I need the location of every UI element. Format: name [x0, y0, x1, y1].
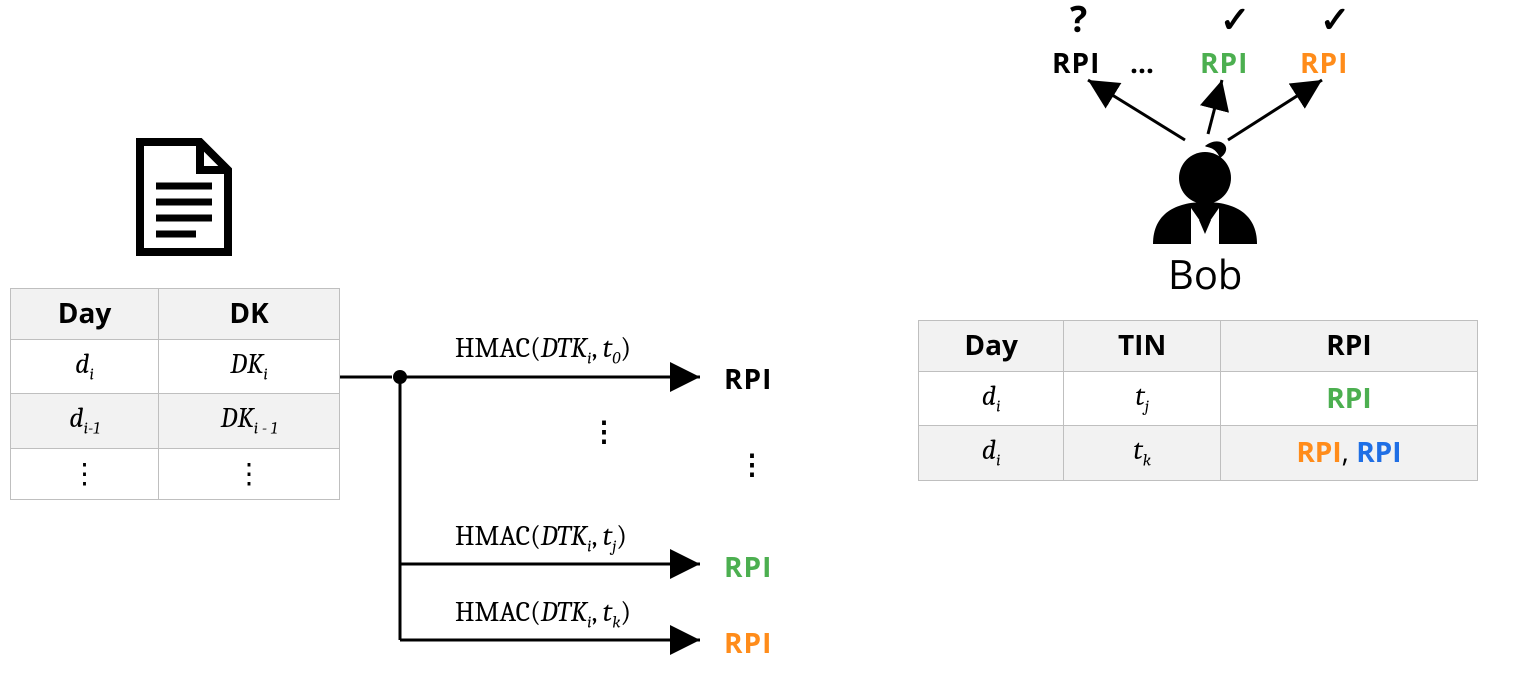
- dk-table-head-day: Day: [11, 289, 159, 340]
- cell-day: ⋮: [11, 449, 159, 500]
- rpi-result-green: RPI: [724, 548, 772, 586]
- cell-day: di-1: [11, 394, 159, 449]
- cell-day: di: [11, 339, 159, 394]
- cell-rpi: RPI, RPI: [1220, 426, 1477, 481]
- rpi-table-head-day: Day: [919, 321, 1064, 372]
- bob-rpi-dots: …: [1130, 44, 1154, 82]
- cell-tin: tk: [1064, 426, 1221, 481]
- document-icon: [140, 142, 228, 252]
- table-row: di DKi: [11, 339, 340, 394]
- rpi-table-head-rpi: RPI: [1220, 321, 1477, 372]
- bob-rpi-green: RPI: [1200, 44, 1248, 82]
- table-row: ⋮ ⋮: [11, 449, 340, 500]
- rpi-result-black: RPI: [724, 360, 772, 398]
- person-icon: [1153, 141, 1257, 244]
- hmac-label-tj: HMAC(DTKi, tj): [455, 520, 627, 557]
- cell-day: di: [919, 426, 1064, 481]
- cell-dk: ⋮: [159, 449, 340, 500]
- mark-check2: ✓: [1320, 0, 1350, 43]
- table-row: di tk RPI, RPI: [919, 426, 1478, 481]
- dk-table: Day DK di DKi di-1 DKi - 1 ⋮ ⋮: [10, 288, 340, 500]
- rpi-table: Day TIN RPI di tj RPI di tk RPI, RPI: [918, 320, 1478, 481]
- bob-name-label: Bob: [1168, 246, 1242, 301]
- mark-check1: ✓: [1220, 0, 1250, 43]
- hmac-label-t0: HMAC(DTKi, t0): [455, 332, 631, 369]
- rpi-result-orange: RPI: [724, 624, 772, 662]
- rpi-table-head-tin: TIN: [1064, 321, 1221, 372]
- bob-rpi-black: RPI: [1052, 44, 1100, 82]
- cell-dk: DKi: [159, 339, 340, 394]
- cell-tin: tj: [1064, 371, 1221, 426]
- cell-dk: DKi - 1: [159, 394, 340, 449]
- mark-question: ?: [1070, 0, 1087, 43]
- hmac-label-tk: HMAC(DTKi, tk): [455, 596, 631, 633]
- cell-rpi: RPI: [1220, 371, 1477, 426]
- bob-rpi-orange: RPI: [1300, 44, 1348, 82]
- center-vdots: ⋮: [590, 412, 618, 450]
- table-row: di-1 DKi - 1: [11, 394, 340, 449]
- center-rpi-vdots: ⋮: [738, 445, 766, 483]
- table-row: di tj RPI: [919, 371, 1478, 426]
- cell-day: di: [919, 371, 1064, 426]
- dk-table-head-dk: DK: [159, 289, 340, 340]
